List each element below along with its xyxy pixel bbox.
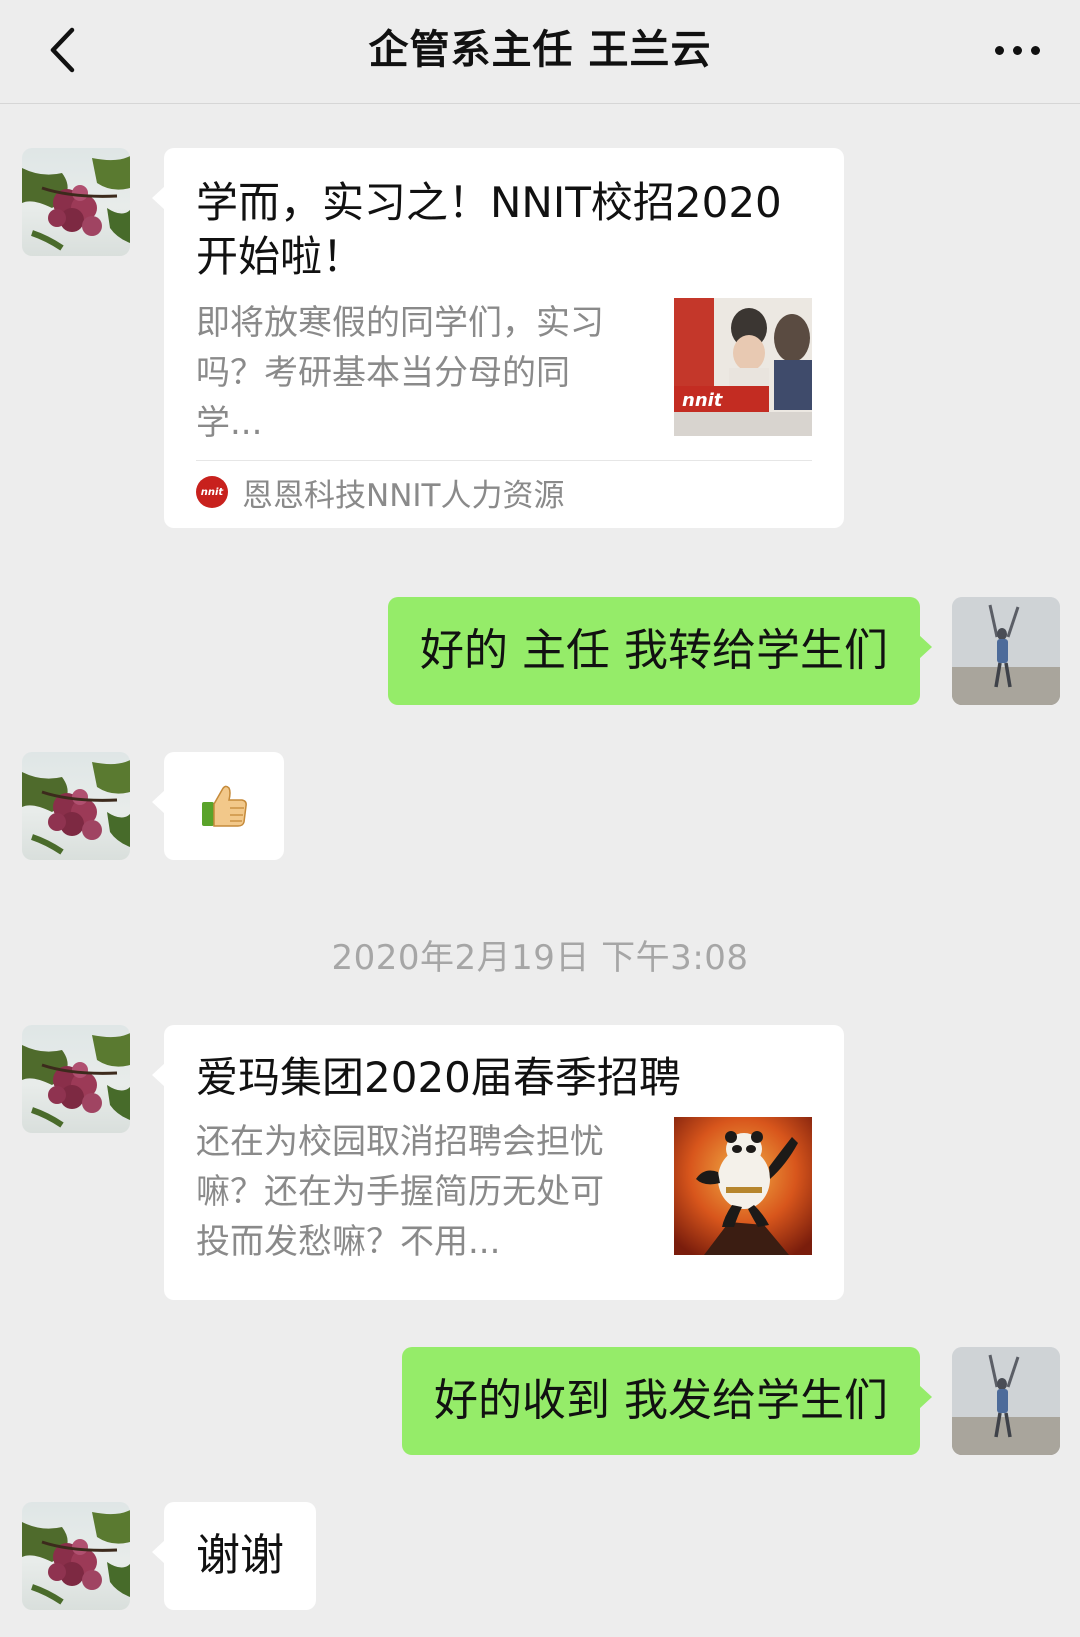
source-logo-text: nnit — [200, 486, 224, 498]
flower-avatar-image — [22, 760, 130, 855]
article-title: 学而，实习之！NNIT校招2020开始啦！ — [196, 178, 782, 281]
message-row: 好的 主任 我转给学生们 — [0, 597, 1080, 705]
back-button[interactable] — [30, 18, 94, 82]
chat-timestamp: 2020年2月19日 下午3:08 — [331, 938, 749, 978]
contact-avatar[interactable] — [22, 1025, 130, 1133]
chevron-left-icon — [50, 27, 75, 73]
article-thumbnail — [674, 1117, 812, 1255]
contact-avatar[interactable] — [22, 752, 130, 860]
panda-poster-image — [674, 1117, 812, 1255]
card-divider — [196, 460, 812, 461]
chat-title: 企管系主任 王兰云 — [368, 27, 712, 73]
ellipsis-icon — [994, 45, 1004, 55]
message-row: 爱玛集团2020届春季招聘 还在为校园取消招聘会担忧嘛？还在为手握简历无处可投而… — [0, 1025, 1080, 1300]
other-message-bubble[interactable]: 谢谢 — [152, 1502, 316, 1610]
flower-avatar-image — [22, 156, 130, 251]
emoji-message-bubble[interactable] — [152, 752, 284, 860]
thumb-logo-text: nnit — [682, 390, 724, 411]
self-avatar[interactable] — [952, 597, 1060, 705]
article-source: nnit 恩恩科技NNIT人力资源 — [196, 470, 564, 514]
more-options-button[interactable] — [982, 18, 1052, 82]
contact-avatar[interactable] — [22, 1502, 130, 1610]
nnit-photo-image: nnit — [674, 298, 812, 436]
ellipsis-dot — [1012, 45, 1022, 55]
message-row — [0, 752, 1080, 860]
source-logo-icon: nnit — [196, 476, 228, 508]
article-card[interactable]: 学而，实习之！NNIT校招2020开始啦！ 即将放寒假的同学们，实习吗？考研基本… — [152, 148, 844, 528]
self-avatar[interactable] — [952, 1347, 1060, 1455]
self-message-bubble[interactable]: 好的 主任 我转给学生们 — [388, 597, 932, 705]
flower-avatar-image — [22, 1510, 130, 1605]
source-name: 恩恩科技NNIT人力资源 — [242, 477, 565, 514]
ellipsis-dot — [1030, 45, 1040, 55]
self-message-bubble[interactable]: 好的收到 我发给学生们 — [402, 1347, 932, 1455]
message-row: 学而，实习之！NNIT校招2020开始啦！ 即将放寒假的同学们，实习吗？考研基本… — [0, 148, 1080, 528]
article-description: 即将放寒假的同学们，实习吗？考研基本当分母的同学... — [196, 303, 604, 443]
thumbs-up-icon — [202, 785, 247, 827]
flower-avatar-image — [22, 1033, 130, 1128]
article-description: 还在为校园取消招聘会担忧嘛？还在为手握简历无处可投而发愁嘛？不用... — [196, 1122, 604, 1262]
beach-avatar-image — [952, 1347, 1060, 1455]
message-row: 谢谢 — [0, 1502, 1080, 1610]
beach-avatar-image — [952, 597, 1060, 705]
article-card[interactable]: 爱玛集团2020届春季招聘 还在为校园取消招聘会担忧嘛？还在为手握简历无处可投而… — [152, 1025, 844, 1300]
chat-header: 企管系主任 王兰云 — [0, 0, 1080, 104]
article-thumbnail: nnit — [674, 298, 812, 436]
message-row: 好的收到 我发给学生们 — [0, 1347, 1080, 1455]
contact-avatar[interactable] — [22, 148, 130, 256]
article-title: 爱玛集团2020届春季招聘 — [196, 1053, 681, 1102]
